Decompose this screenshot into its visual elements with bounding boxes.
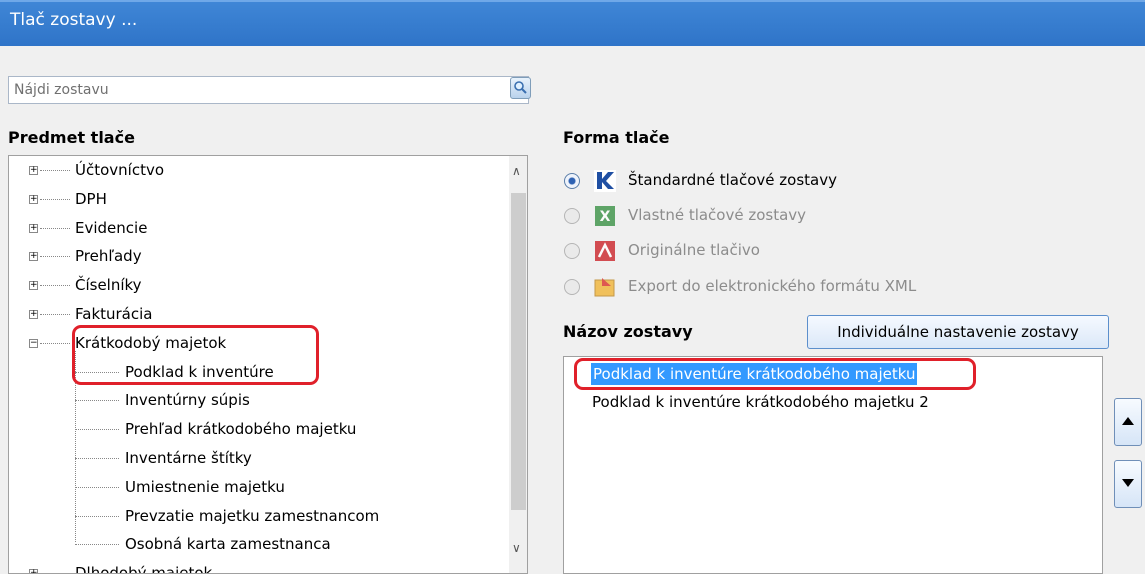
xml-export-icon [594,276,616,298]
radio-option-3[interactable] [564,243,580,259]
radio-option-label[interactable]: Štandardné tlačové zostavy [628,171,837,189]
arrow-down-icon [1122,479,1134,487]
svg-text:X: X [600,209,611,225]
tree-item[interactable]: Fakturácia [75,302,152,326]
tree-expander-icon[interactable]: + [29,281,38,291]
tree-expander-icon[interactable]: − [29,338,38,348]
tree-item[interactable]: DPH [75,187,107,211]
radio-option-label[interactable]: Vlastné tlačové zostavy [628,206,806,224]
tree-subitem[interactable]: Osobná karta zamestnanca [125,532,331,556]
tree-item[interactable]: Dlhodobý majetok [75,561,212,573]
tree-connector [40,170,70,171]
radio-option-label[interactable]: Originálne tlačivo [628,241,760,259]
tree-connector [75,515,119,517]
tree-connector [40,314,70,315]
tree-subitem[interactable]: Inventárne štítky [125,446,252,470]
move-down-button[interactable] [1114,460,1142,508]
radio-option-label[interactable]: Export do elektronického formátu XML [628,277,916,295]
nazov-zostavy-label: Názov zostavy [563,322,693,341]
predmet-tlace-label: Predmet tlače [8,128,135,147]
tree-subitem[interactable]: Prevzatie majetku zamestnancom [125,504,379,528]
tree-expander-icon[interactable]: + [29,194,38,204]
radio-option-2[interactable] [564,208,580,224]
tree-connector [75,400,119,402]
radio-option-4[interactable] [564,279,580,295]
forma-tlace-label: Forma tlače [563,128,670,147]
tree-connector [75,429,119,431]
pdf-icon [594,240,616,262]
tree-item[interactable]: Účtovníctvo [75,158,164,182]
search-button[interactable] [510,77,531,99]
tree-item[interactable]: Prehľady [75,244,142,268]
tree-connector [40,198,70,200]
arrow-up-icon [1122,417,1134,425]
highlight-tree-selection [72,325,319,385]
tree-item[interactable]: Evidencie [75,216,147,240]
report-list-item[interactable]: Podklad k inventúre krátkodobého majetku… [592,391,929,413]
radio-option-1[interactable] [564,173,580,189]
excel-icon: X [594,205,616,227]
tree-scrollbar-thumb[interactable] [511,193,526,510]
tree-expander-icon[interactable]: + [29,310,38,319]
search-placeholder: Nájdi zostavu [14,82,109,98]
highlight-report-selection [574,358,976,390]
kros-icon [594,170,616,192]
tree-expander-icon[interactable]: + [29,223,38,233]
window-title: Tlač zostavy ... [10,10,138,30]
search-icon [514,81,527,94]
scroll-down-arrow-icon[interactable]: ∨ [512,541,521,555]
tree-subitem[interactable]: Umiestnenie majetku [125,475,285,499]
title-bar: Tlač zostavy ... [0,0,1145,46]
individual-settings-button[interactable]: Individuálne nastavenie zostavy [807,315,1109,349]
scroll-up-arrow-icon[interactable]: ∧ [512,164,521,178]
tree-expander-icon[interactable]: + [29,569,38,573]
tree-item[interactable]: Číselníky [75,273,142,297]
tree-connector [40,227,70,229]
tree-subitem[interactable]: Prehľad krátkodobého majetku [125,417,356,441]
tree-connector [75,544,119,546]
tree-connector [75,486,119,488]
tree-connector [40,342,70,344]
search-input[interactable]: Nájdi zostavu [8,76,529,104]
tree-subitem[interactable]: Inventúrny súpis [125,388,250,412]
tree-expander-icon[interactable]: + [29,166,38,175]
tree-expander-icon[interactable]: + [29,252,38,262]
tree-connector [40,256,70,258]
tree-connector [40,285,70,287]
move-up-button[interactable] [1114,398,1142,446]
tree-connector [75,458,119,459]
